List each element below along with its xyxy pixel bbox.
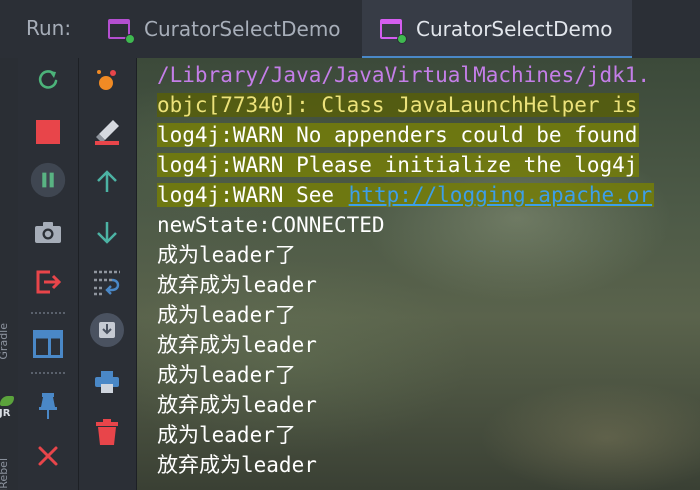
next-occurrence-button[interactable] [89,214,125,250]
running-indicator-icon [397,34,407,44]
delete-button[interactable] [89,414,125,450]
stop-icon [36,120,60,144]
console-line: 放弃成为leader [157,273,317,297]
console-lines: /Library/Java/JavaVirtualMachines/jdk1. o… [157,60,700,480]
restore-layout-button[interactable] [30,326,66,362]
dump-threads-button[interactable] [30,214,66,250]
console-line: log4j:WARN See http://logging.apache.or [157,180,700,210]
close-icon [38,446,58,466]
scroll-to-end-button[interactable] [89,312,125,348]
console-line: /Library/Java/JavaVirtualMachines/jdk1. [157,63,651,87]
console-line-highlight: http://logging.apache.or [348,183,655,207]
close-button[interactable] [30,438,66,474]
run-toolbar-primary [18,58,79,490]
rerun-button[interactable] [30,62,66,98]
console-line: 成为leader了 [157,363,296,387]
rerun-icon [38,70,58,89]
console-line: newState:CONNECTED [157,213,385,237]
debug-icon [97,70,116,90]
tab-curatorselectdemo-2[interactable]: CuratorSelectDemo [362,0,632,59]
jrebel-leaf-icon [0,396,14,406]
clear-icon [95,120,119,145]
run-tab-bar: Run: CuratorSelectDemo CuratorSelectDemo [0,0,700,59]
pause-icon [30,162,66,198]
toolbar-separator [31,372,65,374]
side-tool-strip: Gradle JR JRebel [0,58,18,490]
console-line: 成为leader了 [157,423,296,447]
exit-button[interactable] [30,264,66,300]
exit-icon [36,270,62,294]
console-line-text: log4j:WARN See [157,183,349,207]
console-line: 放弃成为leader [157,453,317,477]
jrebel-label[interactable]: JR [0,408,10,419]
console-line: log4j:WARN No appenders could be found [157,120,700,150]
pin-tab-button[interactable] [30,388,66,424]
tab-label: CuratorSelectDemo [416,17,613,41]
run-label: Run: [26,16,72,40]
down-arrow-icon [97,222,117,244]
clear-output-button[interactable] [89,114,125,150]
jrebel-tool-label[interactable]: JRebel [0,458,10,490]
camera-icon [35,222,61,243]
console-line: log4j:WARN Please initialize the log4j [157,150,700,180]
stop-button[interactable] [30,114,66,150]
soft-wrap-button[interactable] [89,264,125,300]
scroll-to-end-icon [90,313,124,347]
toolbar-separator [31,312,65,314]
up-arrow-icon [97,170,117,192]
previous-occurrence-button[interactable] [89,164,125,200]
pin-icon [39,393,57,419]
tab-curatorselectdemo-1[interactable]: CuratorSelectDemo [90,0,365,58]
console-output[interactable]: /Library/Java/JavaVirtualMachines/jdk1. o… [137,58,700,490]
debug-button[interactable] [89,62,125,98]
layout-icon [33,330,63,358]
gradle-tool-label[interactable]: Gradle [0,323,10,360]
tab-label: CuratorSelectDemo [144,17,341,41]
run-toolbar-secondary [79,58,137,490]
application-icon [380,19,407,44]
console-hyperlink[interactable]: http://logging.apache.or [349,183,652,207]
console-line: 放弃成为leader [157,333,317,357]
console-line-text: objc[77340]: Class JavaLaunchHelper is [157,93,640,117]
running-indicator-icon [125,34,135,44]
console-line-text: log4j:WARN No appenders could be found [157,123,640,147]
print-button[interactable] [89,364,125,400]
pause-button[interactable] [30,162,66,198]
trash-icon [96,419,118,445]
console-line-text: log4j:WARN Please initialize the log4j [157,153,640,177]
console-line: 成为leader了 [157,303,296,327]
run-tool-window: Run: CuratorSelectDemo CuratorSelectDemo… [0,0,700,490]
print-icon [95,371,119,393]
soft-wrap-icon [94,270,120,296]
console-line: objc[77340]: Class JavaLaunchHelper is [157,90,700,120]
console-line: 成为leader了 [157,243,296,267]
application-icon [108,19,135,44]
console-line: 放弃成为leader [157,393,317,417]
